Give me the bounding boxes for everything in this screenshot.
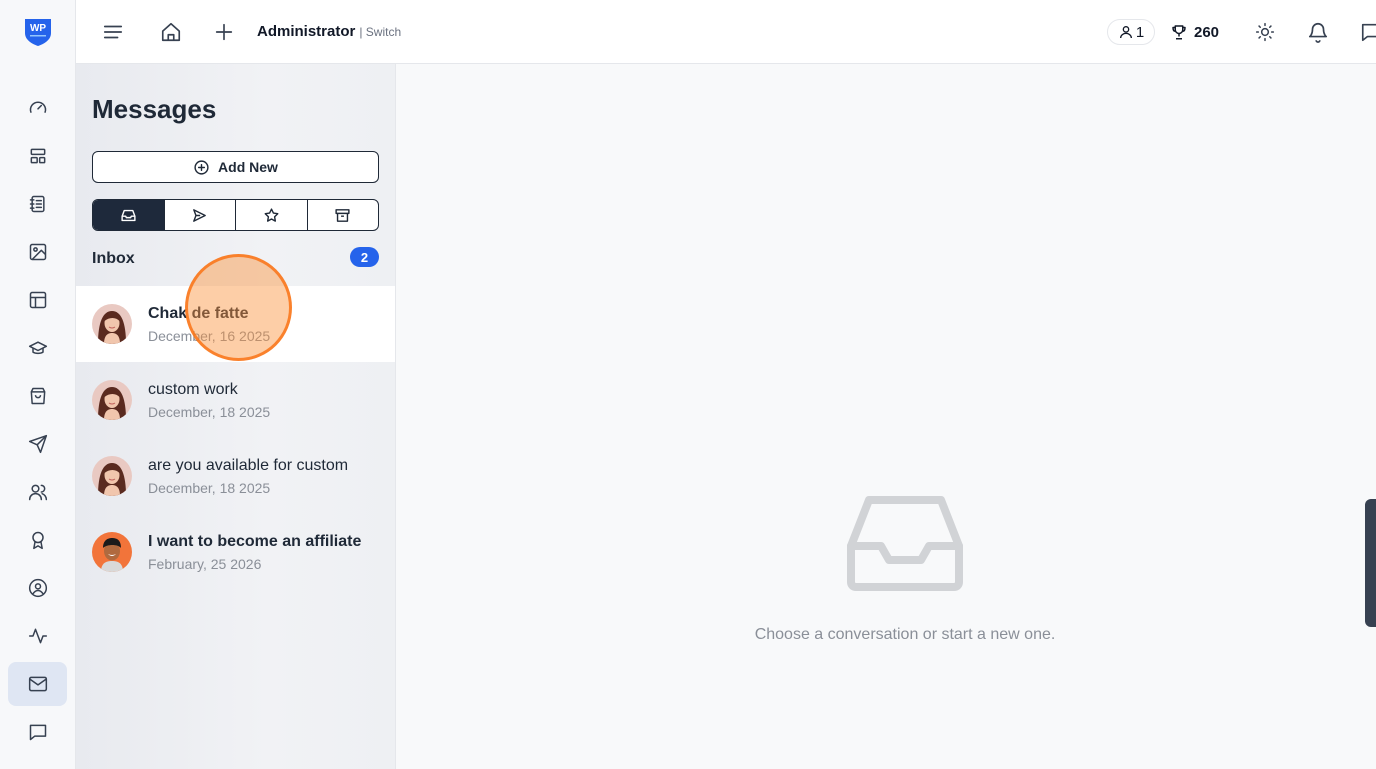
points-display[interactable]: 260 xyxy=(1170,19,1219,45)
dashboard-icon xyxy=(28,98,48,118)
message-subject: custom work xyxy=(148,381,238,398)
tab-archive[interactable] xyxy=(308,200,379,230)
sidebar-item-profile[interactable] xyxy=(8,566,67,610)
list-item[interactable]: Chak de fatte December, 16 2025 xyxy=(76,286,395,362)
message-date: December, 18 2025 xyxy=(148,404,271,420)
activity-icon xyxy=(28,626,48,646)
sidebar-item-layout[interactable] xyxy=(8,134,67,178)
list-item[interactable]: are you available for custom December, 1… xyxy=(76,438,395,514)
inbox-icon xyxy=(120,207,137,224)
page-title: Messages xyxy=(92,94,217,124)
home-button[interactable] xyxy=(157,18,185,46)
tab-sent[interactable] xyxy=(165,200,236,230)
message-subject: Chak de fatte xyxy=(148,305,249,322)
switch-link[interactable]: | Switch xyxy=(359,25,401,39)
add-button[interactable] xyxy=(210,18,238,46)
avatar xyxy=(92,304,132,344)
avatar xyxy=(92,456,132,496)
sidebar-item-activity[interactable] xyxy=(8,614,67,658)
graduation-cap-icon xyxy=(28,338,48,358)
sidebar-item-campaigns[interactable] xyxy=(8,422,67,466)
sidebar-item-dashboard[interactable] xyxy=(8,86,67,130)
message-date: December, 16 2025 xyxy=(148,328,271,344)
folder-tabs xyxy=(92,199,379,231)
list-item[interactable]: I want to become an affiliate February, … xyxy=(76,514,395,590)
inbox-heading: Inbox xyxy=(92,250,135,267)
layout-icon xyxy=(28,146,48,166)
star-icon xyxy=(263,207,280,224)
user-icon xyxy=(1118,24,1134,40)
award-icon xyxy=(28,530,48,550)
theme-toggle-button[interactable] xyxy=(1251,18,1279,46)
message-date: February, 25 2026 xyxy=(148,556,262,572)
sidebar-item-users[interactable] xyxy=(8,470,67,514)
add-new-label: Add New xyxy=(218,159,278,175)
chat-button[interactable] xyxy=(1360,18,1376,46)
sidebar-item-courses[interactable] xyxy=(8,326,67,370)
plus-circle-icon xyxy=(193,159,210,176)
notifications-button[interactable] xyxy=(1304,18,1332,46)
sidebar-item-media[interactable] xyxy=(8,230,67,274)
trophy-icon xyxy=(1170,23,1188,41)
hamburger-icon xyxy=(102,21,124,43)
menu-toggle-button[interactable] xyxy=(99,18,127,46)
send-icon xyxy=(28,434,48,454)
points-value: 260 xyxy=(1194,23,1220,41)
user-circle-icon xyxy=(28,578,48,598)
users-icon xyxy=(28,482,48,502)
user-switcher[interactable]: Administrator | Switch xyxy=(257,23,401,40)
tab-inbox[interactable] xyxy=(93,200,165,230)
chat-bubble-icon xyxy=(1360,21,1376,43)
sidebar-item-chat[interactable] xyxy=(8,710,67,754)
sidebar-item-achievements[interactable] xyxy=(8,518,67,562)
list-item[interactable]: custom work December, 18 2025 xyxy=(76,362,395,438)
sun-icon xyxy=(1255,22,1275,42)
online-count: 1 xyxy=(1135,23,1145,41)
shopping-bag-icon xyxy=(28,386,48,406)
message-subject: I want to become an affiliate xyxy=(148,533,362,550)
notebook-icon xyxy=(28,194,48,214)
send-icon xyxy=(191,207,208,224)
svg-text:WP: WP xyxy=(30,23,46,34)
bell-icon xyxy=(1307,21,1329,43)
archive-icon xyxy=(334,207,351,224)
mail-icon xyxy=(28,674,48,694)
add-new-button[interactable]: Add New xyxy=(92,151,379,183)
inbox-count-badge: 2 xyxy=(350,247,379,267)
sidebar-item-shop[interactable] xyxy=(8,374,67,418)
app-logo[interactable]: WP xyxy=(22,16,54,48)
empty-inbox-icon xyxy=(845,494,965,592)
user-name: Administrator xyxy=(257,23,356,40)
plus-icon xyxy=(213,21,235,43)
side-drawer-handle[interactable] xyxy=(1365,499,1376,627)
template-icon xyxy=(28,290,48,310)
message-date: December, 18 2025 xyxy=(148,480,271,496)
image-icon xyxy=(28,242,48,262)
left-rail: WP xyxy=(0,0,76,769)
message-subject: are you available for custom xyxy=(148,457,349,474)
sidebar-item-templates[interactable] xyxy=(8,278,67,322)
avatar xyxy=(92,532,132,572)
sidebar-item-pages[interactable] xyxy=(8,182,67,226)
tab-starred[interactable] xyxy=(236,200,308,230)
chat-icon xyxy=(28,722,48,742)
empty-state-message: Choose a conversation or start a new one… xyxy=(754,626,1056,643)
home-icon xyxy=(160,21,182,43)
online-users-pill[interactable]: 1 xyxy=(1107,19,1155,45)
top-bar: Administrator | Switch 1 260 xyxy=(76,0,1376,64)
sidebar-item-messages[interactable] xyxy=(8,662,67,706)
messages-panel: Messages Add New Inbox 2 Chak de fatte D… xyxy=(76,64,396,769)
avatar xyxy=(92,380,132,420)
